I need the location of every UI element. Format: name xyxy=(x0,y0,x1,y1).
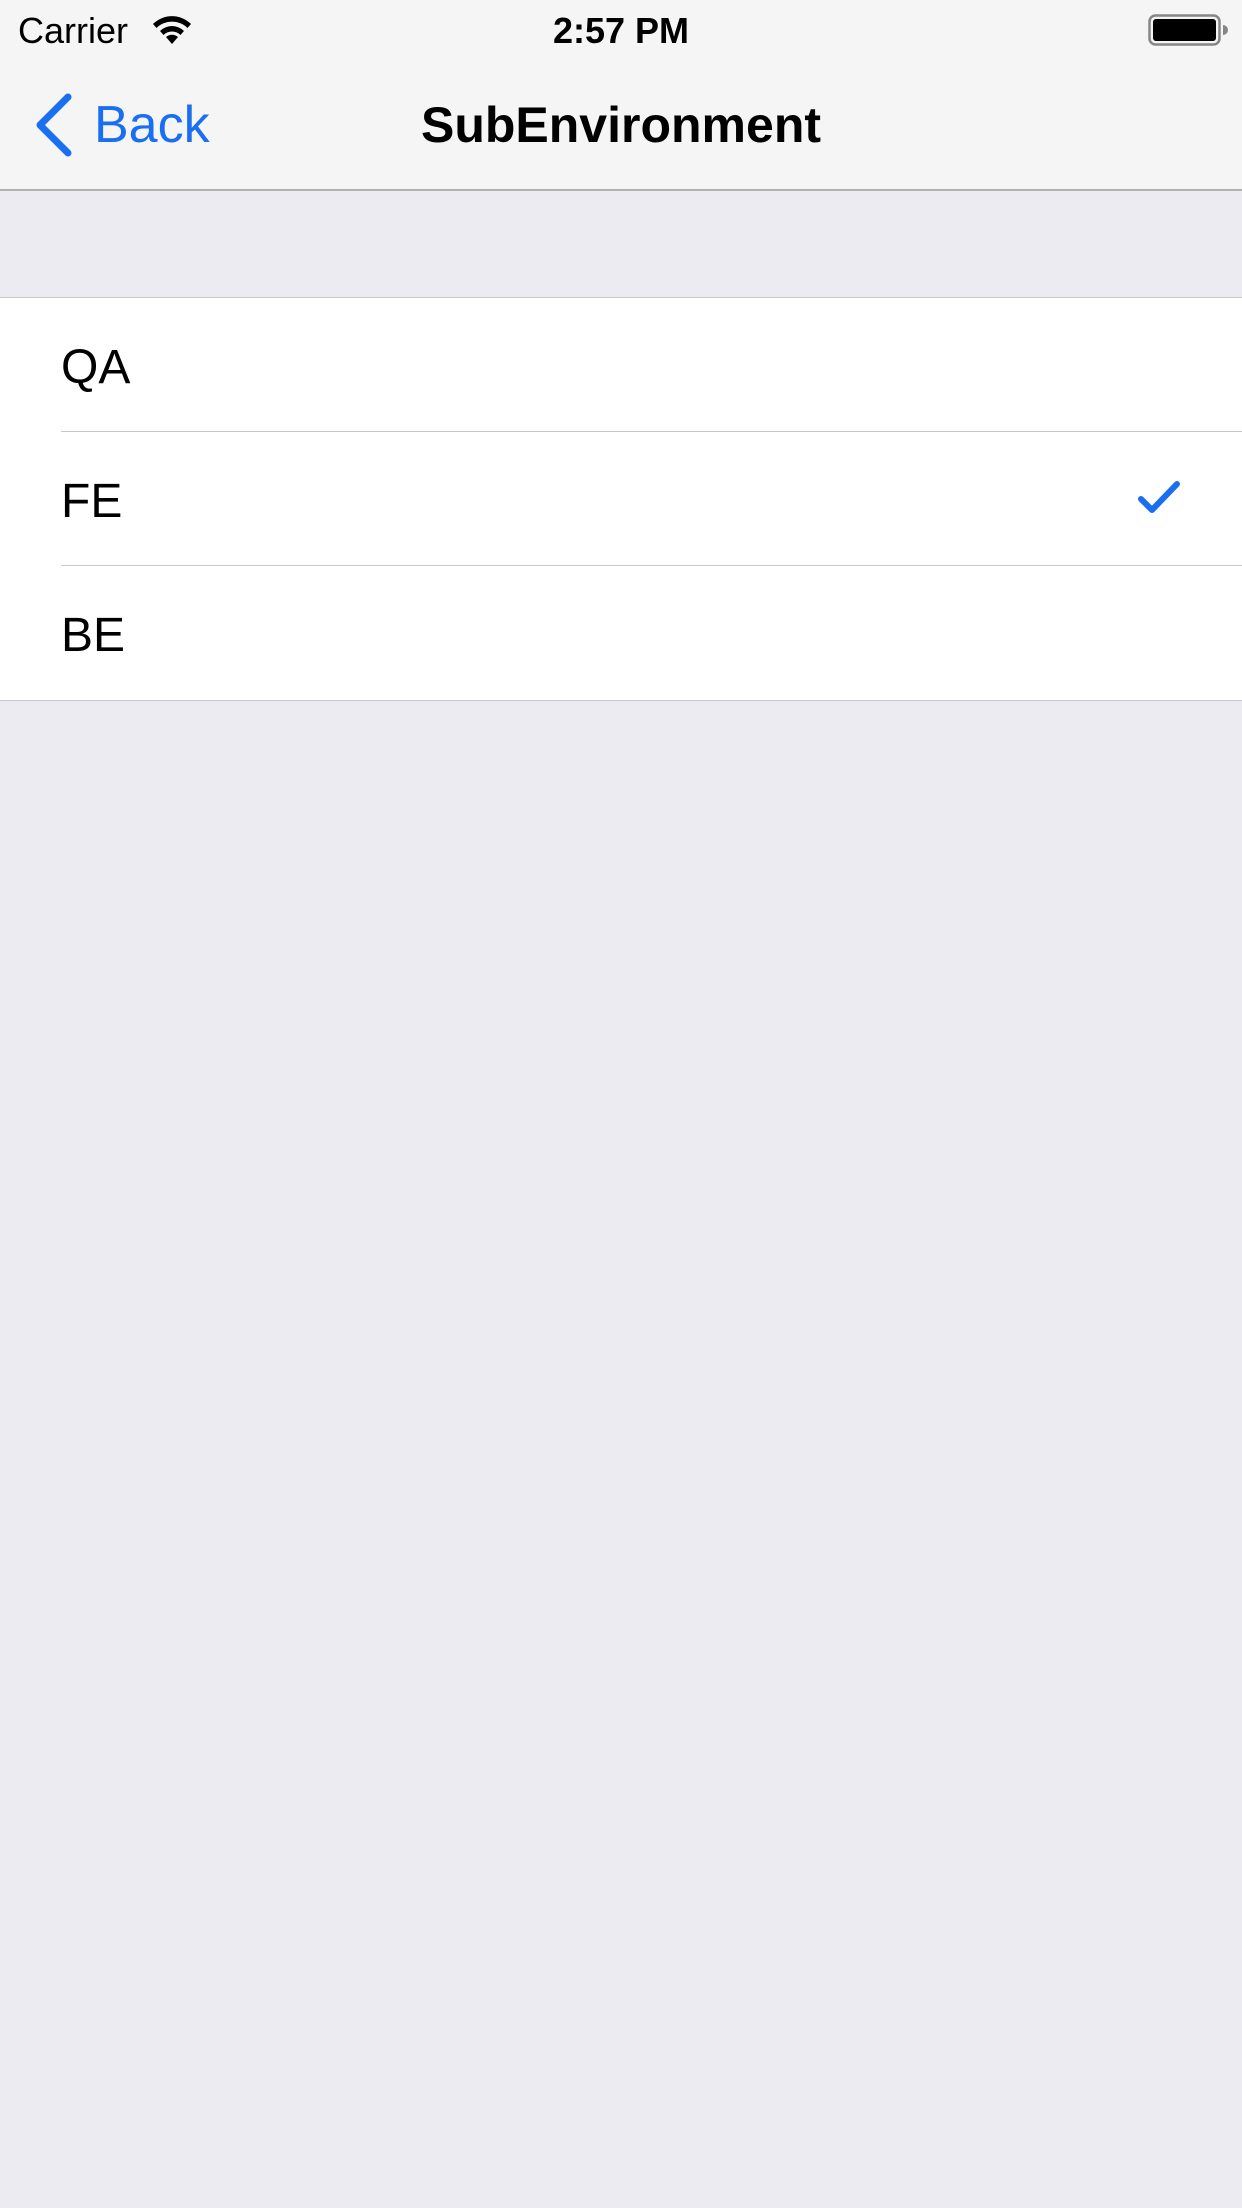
checkmark-icon xyxy=(1138,481,1180,513)
status-bar: Carrier 2:57 PM xyxy=(0,0,1242,60)
list-item-be[interactable]: BE xyxy=(0,566,1242,700)
list-item-label: QA xyxy=(61,341,131,394)
status-time: 2:57 PM xyxy=(552,10,690,51)
list-item-label: FE xyxy=(61,475,123,528)
list-item-label: BE xyxy=(61,609,126,662)
screen: Carrier 2:57 PM Back SubEnvironment QA F… xyxy=(0,0,1242,2208)
page-title: SubEnvironment xyxy=(420,97,822,153)
navigation-bar: Back SubEnvironment xyxy=(0,60,1242,191)
sub-environment-list: QA FE BE xyxy=(0,297,1242,701)
list-item-fe[interactable]: FE xyxy=(0,432,1242,566)
battery-icon xyxy=(1148,14,1228,46)
list-item-qa[interactable]: QA xyxy=(0,298,1242,432)
